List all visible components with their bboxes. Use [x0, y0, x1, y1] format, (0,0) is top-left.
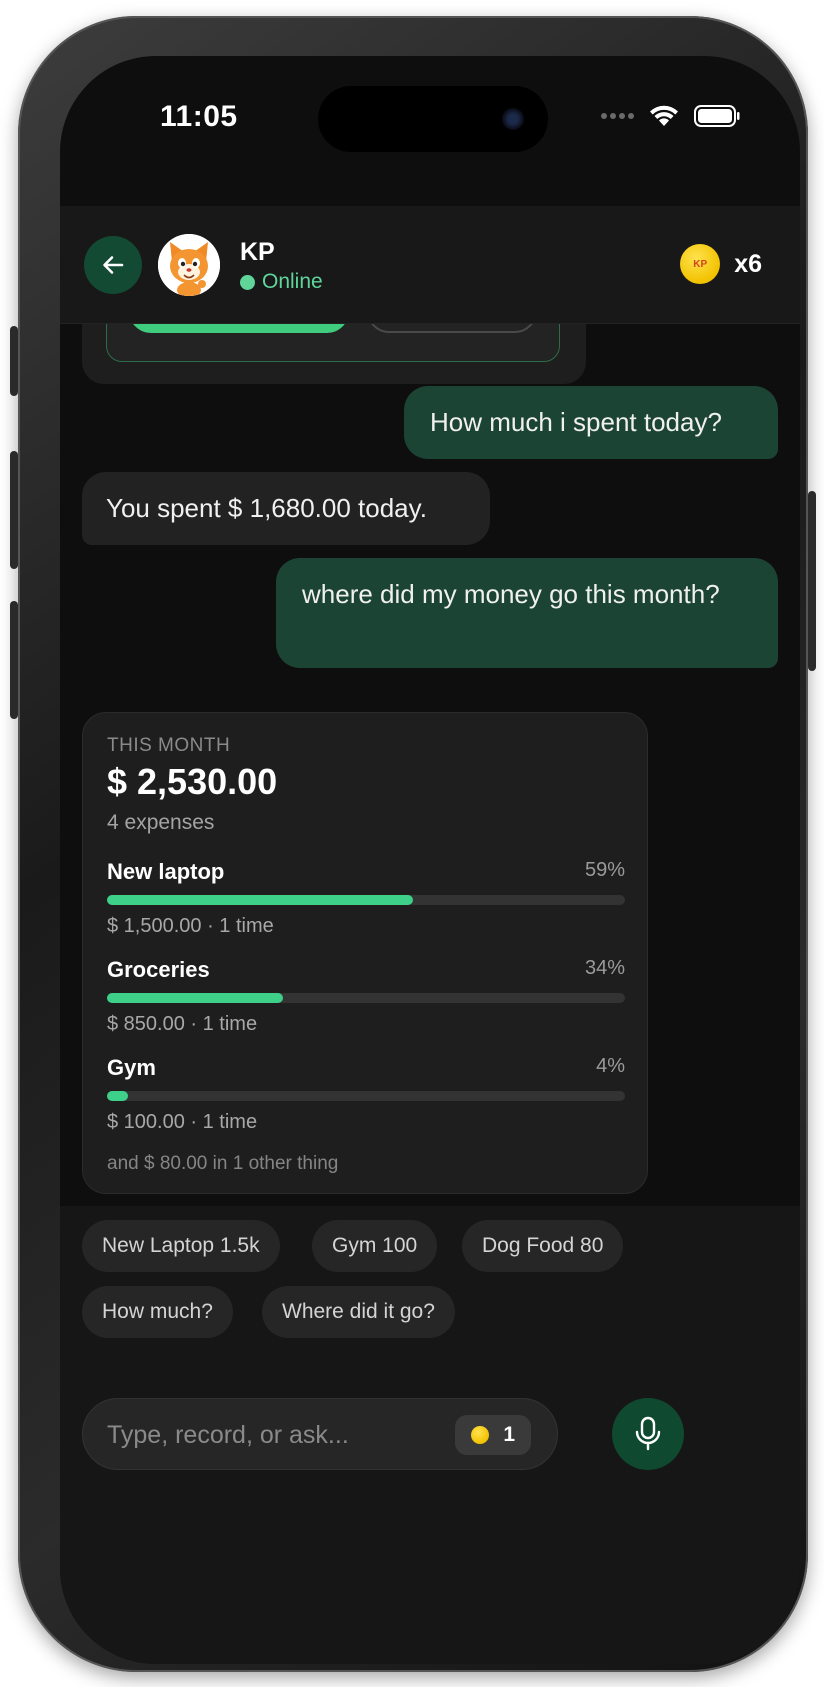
- mic-button[interactable]: [612, 1398, 684, 1470]
- volume-down-button: [10, 601, 18, 719]
- message-input[interactable]: [107, 1413, 427, 1457]
- camera: [502, 108, 524, 130]
- phone-frame: 11:05 KP Online KP x6 How much i spent t…: [10, 16, 816, 1672]
- composer-area: New Laptop 1.5k Gym 100 Dog Food 80 How …: [60, 1206, 800, 1664]
- previous-card-partial: [82, 324, 586, 384]
- category-bar-fill: [107, 895, 413, 905]
- category-percent: 59%: [584, 859, 625, 881]
- quick-reply-chip[interactable]: Where did it go?: [262, 1286, 455, 1338]
- coin-icon: [471, 1426, 490, 1444]
- category-percent: 34%: [584, 957, 625, 979]
- battery-icon: [694, 105, 740, 127]
- chat-thread[interactable]: How much i spent today? You spent $ 1,68…: [60, 324, 800, 1204]
- volume-up-button: [10, 451, 18, 569]
- category-detail: $ 850.00 · 1 time: [107, 1013, 258, 1035]
- user-message: How much i spent today?: [404, 386, 778, 459]
- category-bar-track: [107, 993, 625, 1003]
- online-dot-icon: [240, 274, 255, 290]
- message-cost-badge: 1: [455, 1415, 531, 1455]
- dynamic-island: [318, 86, 548, 152]
- category-bar-track: [107, 1091, 625, 1101]
- category-name: Gym: [107, 1055, 156, 1080]
- category-detail: $ 100.00 · 1 time: [107, 1111, 258, 1133]
- cellular-signal-icon: [601, 113, 634, 119]
- wifi-icon: [650, 105, 678, 126]
- summary-other: and $ 80.00 in 1 other thing: [107, 1153, 339, 1174]
- quick-reply-chip[interactable]: Gym 100: [312, 1220, 438, 1272]
- status-icons: [600, 104, 740, 128]
- power-button: [808, 491, 816, 671]
- coin-icon: KP: [680, 244, 721, 284]
- microphone-icon: [635, 1416, 661, 1451]
- summary-period-label: THIS MONTH: [107, 735, 231, 756]
- summary-total: $ 2,530.00: [107, 761, 278, 802]
- previous-card-primary-button[interactable]: [129, 324, 349, 333]
- screen: 11:05 KP Online KP x6 How much i spent t…: [60, 56, 800, 1664]
- quick-reply-chip[interactable]: How much?: [82, 1286, 233, 1338]
- avatar[interactable]: [158, 234, 220, 296]
- cat-mascot-icon: [158, 234, 220, 296]
- category-bar-fill: [107, 1091, 128, 1101]
- presence-label: Online: [262, 270, 323, 293]
- category-bar-track: [107, 895, 625, 905]
- previous-card-secondary-button[interactable]: [367, 324, 537, 333]
- quick-reply-chip[interactable]: New Laptop 1.5k: [82, 1220, 280, 1272]
- bot-message: You spent $ 1,680.00 today.: [82, 472, 490, 545]
- previous-card-inner: [106, 324, 560, 362]
- status-time: 11:05: [160, 100, 238, 133]
- category-bar-fill: [107, 993, 284, 1003]
- category-percent: 4%: [596, 1055, 625, 1077]
- arrow-left-icon: [103, 256, 124, 274]
- coin-balance[interactable]: KP x6: [680, 244, 762, 284]
- presence-status: Online: [240, 270, 323, 294]
- spending-summary-card: THIS MONTH $ 2,530.00 4 expenses New lap…: [82, 712, 648, 1194]
- action-button: [10, 326, 18, 396]
- category-detail: $ 1,500.00 · 1 time: [107, 915, 274, 937]
- message-input-box[interactable]: 1: [82, 1398, 558, 1470]
- quick-reply-chip[interactable]: Dog Food 80: [462, 1220, 624, 1272]
- chat-header: KP Online KP x6: [60, 206, 800, 324]
- contact-name: KP: [240, 238, 275, 266]
- coin-count: x6: [734, 249, 762, 278]
- user-message: where did my money go this month?: [276, 558, 778, 668]
- summary-expense-count: 4 expenses: [107, 811, 215, 834]
- category-name: Groceries: [107, 957, 210, 982]
- back-button[interactable]: [84, 236, 142, 294]
- coin-mark: KP: [693, 258, 708, 270]
- message-cost: 1: [503, 1423, 515, 1446]
- category-name: New laptop: [107, 859, 225, 884]
